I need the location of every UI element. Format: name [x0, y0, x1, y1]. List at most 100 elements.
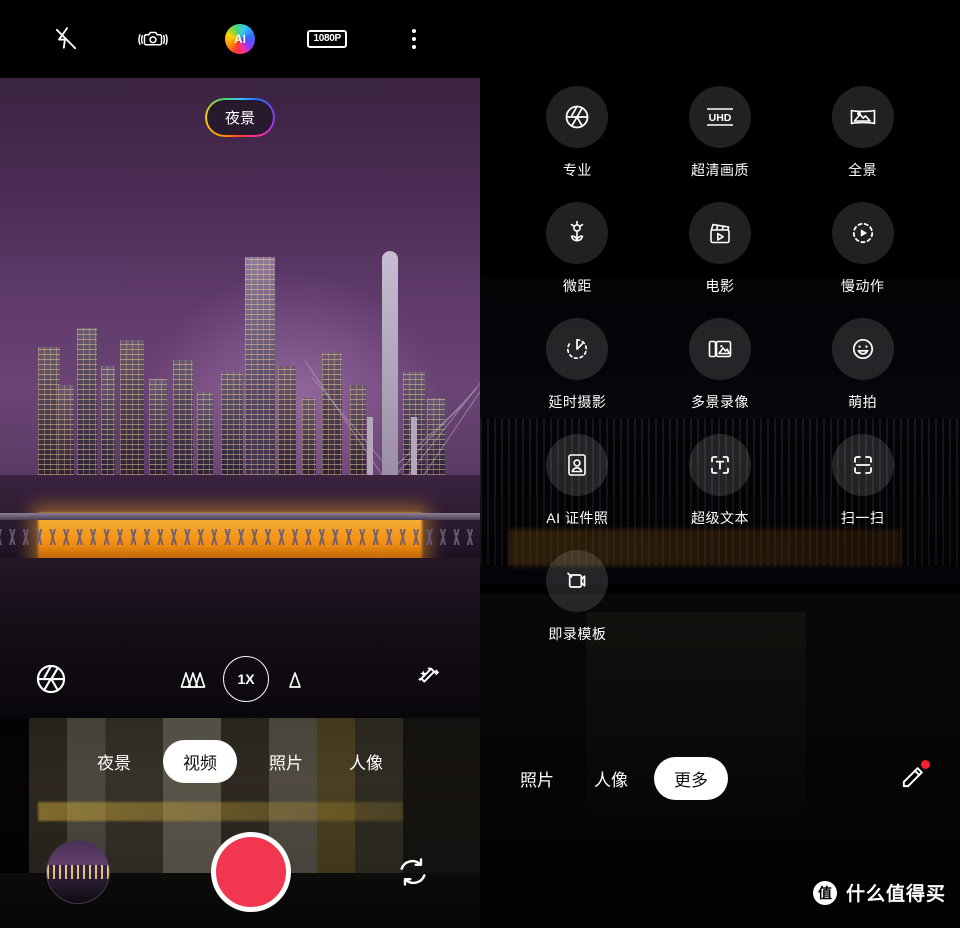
- mode-super-text[interactable]: 超级文本: [649, 434, 792, 528]
- mode-label: 即录模板: [548, 626, 607, 642]
- mode-icon-wrap: UHD: [688, 86, 751, 148]
- mode-label: 萌拍: [848, 394, 878, 410]
- watermark-logo: 值: [812, 880, 837, 905]
- stabilization-button[interactable]: [129, 15, 177, 63]
- id-photo-icon: [568, 454, 587, 476]
- tab-portrait[interactable]: 人像: [580, 758, 642, 799]
- zoom-controls: 1X: [177, 656, 305, 702]
- thumb-city: [47, 864, 109, 880]
- mode-label: 慢动作: [840, 278, 885, 294]
- tab-photo[interactable]: 照片: [506, 758, 568, 799]
- building: [278, 366, 297, 475]
- zoom-level-label: 1X: [237, 671, 255, 687]
- telephoto-button[interactable]: [285, 666, 305, 692]
- building: [100, 366, 115, 475]
- scene-badge-wrap: 夜景: [0, 100, 480, 135]
- mode-slow-motion[interactable]: 慢动作: [791, 202, 934, 296]
- mode-icon-wrap: [831, 434, 894, 496]
- mode-tabs: 照片 人像 更多: [506, 756, 728, 800]
- mode-label: 多景录像: [690, 394, 749, 410]
- smiley-face-icon: [852, 338, 873, 360]
- tab-label: 夜景: [97, 754, 131, 773]
- mode-panorama[interactable]: 全景: [791, 86, 934, 180]
- flash-off-button[interactable]: [42, 15, 90, 63]
- aperture-icon: [36, 664, 66, 694]
- more-options-button[interactable]: [390, 15, 438, 63]
- mountains-icon: [180, 672, 206, 688]
- right-screenshot-panel: 专业 UHD 超清画质 全景 微距 电影 慢动作 延时摄影 多景录像 萌拍 AI…: [480, 0, 960, 928]
- ai-toggle-button[interactable]: AI: [216, 15, 264, 63]
- uhd-icon: UHD: [706, 108, 733, 126]
- mode-timelapse[interactable]: 延时摄影: [506, 318, 649, 412]
- tab-portrait[interactable]: 人像: [335, 741, 397, 782]
- more-modes-grid: 专业 UHD 超清画质 全景 微距 电影 慢动作 延时摄影 多景录像 萌拍 AI…: [480, 86, 960, 644]
- building: [57, 385, 74, 475]
- building: [220, 372, 243, 476]
- tab-night[interactable]: 夜景: [83, 741, 145, 782]
- record-button[interactable]: [211, 832, 291, 912]
- magic-wand-icon: [417, 666, 440, 683]
- tab-label: 人像: [594, 770, 628, 790]
- building: [302, 398, 317, 475]
- thumb-water: [47, 879, 109, 903]
- tab-photo[interactable]: 照片: [255, 741, 317, 782]
- mode-icon-wrap: [688, 202, 751, 264]
- mode-icon-wrap: [688, 434, 751, 496]
- mode-ai-id-photo[interactable]: AI 证件照: [506, 434, 649, 528]
- mode-icon-wrap: [546, 434, 609, 496]
- mode-label: 电影: [705, 278, 735, 294]
- mode-icon-wrap: [831, 202, 894, 264]
- zoom-level-button[interactable]: 1X: [223, 656, 269, 702]
- aperture-icon: [565, 105, 589, 129]
- edit-modes-button[interactable]: [890, 756, 934, 800]
- switch-camera-button[interactable]: [392, 851, 434, 893]
- mode-multi-camera[interactable]: 多景录像: [649, 318, 792, 412]
- mode-macro[interactable]: 微距: [506, 202, 649, 296]
- mountain-icon: [289, 672, 301, 688]
- flower-macro-icon: [571, 220, 584, 242]
- gallery-thumbnail[interactable]: [46, 840, 110, 904]
- mode-label: AI 证件照: [546, 510, 609, 526]
- aperture-button[interactable]: [34, 662, 68, 696]
- mode-icon-wrap: [831, 318, 894, 380]
- building: [120, 340, 144, 476]
- mode-label: 超清画质: [690, 162, 749, 178]
- watermark-text: 什么值得买: [845, 884, 946, 905]
- ai-gradient-icon: AI: [224, 24, 255, 54]
- more-panel-bottom-bar: 照片 人像 更多: [480, 756, 960, 800]
- mode-ar-emoji[interactable]: 萌拍: [791, 318, 934, 412]
- slow-motion-icon: [852, 222, 873, 244]
- mode-pro[interactable]: 专业: [506, 86, 649, 180]
- resolution-button[interactable]: 1080P: [303, 15, 351, 63]
- tab-label: 更多: [674, 770, 708, 790]
- tab-more[interactable]: 更多: [654, 756, 728, 800]
- shutter-row: [0, 832, 480, 912]
- notification-dot: [921, 760, 930, 769]
- mode-label: 超级文本: [690, 510, 749, 526]
- left-screenshot-panel: AI 1080P 夜景 1X 夜景 视频 照片 人像: [0, 0, 480, 928]
- pencil-icon: [902, 767, 923, 788]
- quick-video-template-icon: [567, 572, 586, 588]
- timelapse-clock-icon: [567, 338, 588, 360]
- mode-scan[interactable]: 扫一扫: [791, 434, 934, 528]
- mode-label: 延时摄影: [548, 394, 607, 410]
- camera-shake-icon: [137, 31, 168, 46]
- tab-label: 视频: [183, 754, 217, 773]
- mode-uhd[interactable]: UHD 超清画质: [649, 86, 792, 180]
- tab-video[interactable]: 视频: [163, 740, 237, 783]
- clapperboard-icon: [710, 223, 730, 244]
- wide-angle-button[interactable]: [177, 666, 207, 692]
- mode-movie[interactable]: 电影: [649, 202, 792, 296]
- text-scan-icon: [711, 456, 729, 474]
- beautify-button[interactable]: [414, 663, 446, 695]
- scene-badge[interactable]: 夜景: [206, 100, 273, 135]
- watermark: 值 什么值得买: [812, 879, 946, 906]
- mode-quick-video-template[interactable]: 即录模板: [506, 550, 649, 644]
- camera-viewfinder[interactable]: 夜景 1X: [0, 78, 480, 718]
- mode-label: 微距: [562, 278, 592, 294]
- tab-label: 人像: [349, 754, 383, 773]
- building: [172, 359, 193, 476]
- ai-label: AI: [233, 32, 246, 46]
- camera-topbar: AI 1080P: [0, 0, 480, 78]
- tab-label: 照片: [269, 754, 303, 773]
